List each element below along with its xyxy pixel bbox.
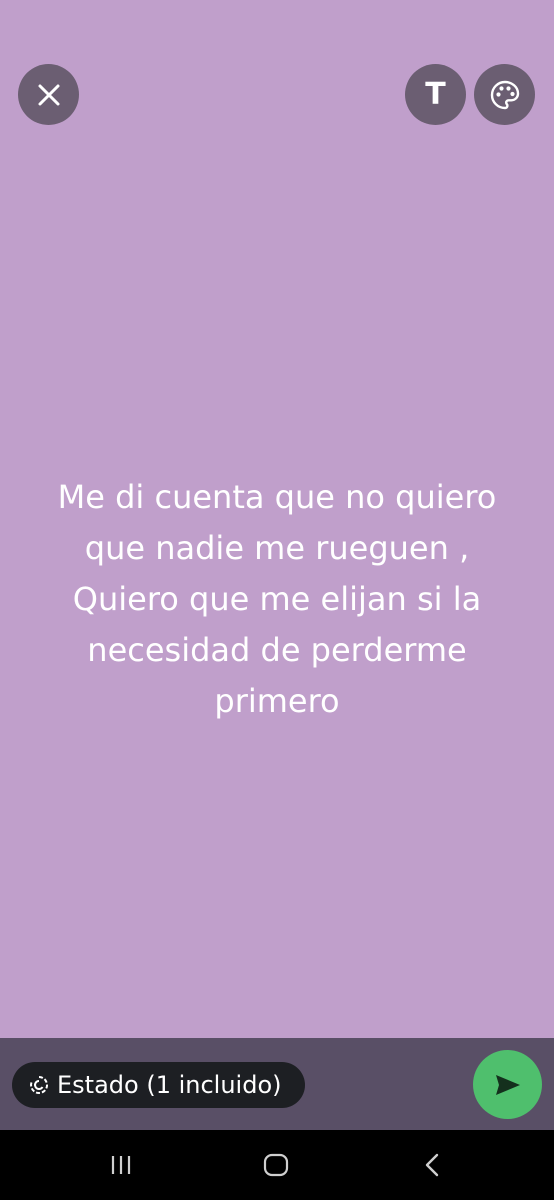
- send-icon: [495, 1074, 520, 1095]
- status-ring-icon: [29, 1075, 49, 1095]
- back-button[interactable]: [412, 1150, 452, 1180]
- color-palette-button[interactable]: [474, 64, 535, 125]
- audience-selector-button[interactable]: Estado (1 incluido): [12, 1062, 305, 1108]
- bottom-bar: Estado (1 incluido): [0, 1038, 554, 1130]
- home-button[interactable]: [256, 1150, 296, 1180]
- close-button[interactable]: [18, 64, 79, 125]
- home-icon: [263, 1153, 289, 1177]
- audience-label: Estado (1 incluido): [57, 1071, 282, 1099]
- palette-icon: [490, 80, 519, 109]
- text-style-button[interactable]: T: [405, 64, 466, 125]
- recents-button[interactable]: [101, 1150, 141, 1180]
- status-text[interactable]: Me di cuenta que no quiero que nadie me …: [27, 472, 527, 727]
- text-style-icon: T: [425, 76, 446, 112]
- close-icon: [38, 84, 59, 105]
- recents-icon: [111, 1156, 131, 1174]
- system-navigation-bar: [0, 1130, 554, 1200]
- back-icon: [425, 1153, 439, 1177]
- status-composer-canvas[interactable]: T Me di cuenta que no quiero que nadie m…: [0, 0, 554, 1038]
- send-button[interactable]: [473, 1050, 542, 1119]
